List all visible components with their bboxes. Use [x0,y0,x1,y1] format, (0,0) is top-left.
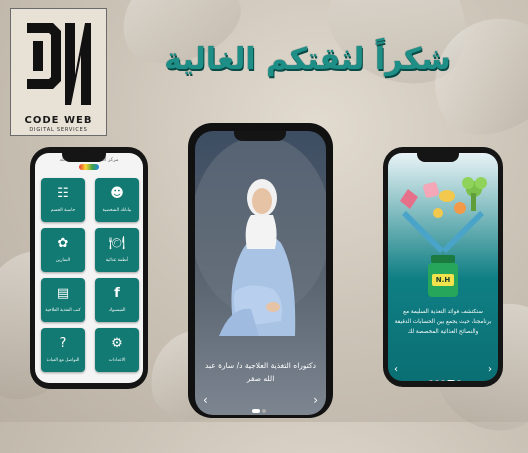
tile-personal-data[interactable]: ☻ بياناتك الشخصية [95,178,139,222]
tile-label: بياناتك الشخصية [102,208,132,213]
person-icon: ☻ [110,186,124,201]
tile-settings[interactable]: ⚙ الاعدادات [95,328,139,372]
carousel-dot[interactable] [441,380,445,381]
tile-contact-clinic[interactable]: ? التواصل مع العيادة [41,328,85,372]
help-icon: ? [59,336,67,351]
nh-badge: N.H [432,274,454,286]
carousel-pager: ‹ › [195,393,326,413]
phone-notch [234,131,286,141]
carousel-dot[interactable] [435,380,439,381]
meal-icon: 🍽 [108,236,126,251]
doctor-caption: دكتوراه التغذية العلاجية د/ سارة عبد الل… [205,361,316,383]
tile-label: كتب التغذية العلاجية [45,308,81,313]
next-arrow-icon[interactable]: › [488,364,492,375]
tile-label: أنظمة غذائية [105,258,129,263]
carousel-dot[interactable] [447,380,455,381]
phone-notch [417,153,459,162]
brand-logo: CODE WEB DIGITAL SERVICES [10,8,107,136]
tile-nutrition-books[interactable]: ▤ كتب التغذية العلاجية [41,278,85,322]
carousel-dots [428,369,462,381]
brand-tagline: DIGITAL SERVICES [29,127,88,133]
code-web-logo-mark [27,23,91,105]
brand-name: CODE WEB [24,115,93,126]
app-home-screen: مركز الدكتورة سارة عبد الله ☻ بياناتك ال… [35,153,143,383]
carousel-dots [251,398,267,415]
carousel-dot[interactable] [429,380,433,381]
doctor-portrait [195,136,326,336]
prev-arrow-icon[interactable]: ‹ [394,364,398,375]
app-logo [79,164,99,170]
carousel-dot[interactable] [262,409,266,413]
tile-facebook[interactable]: f الفيسبوك [95,278,139,322]
prev-arrow-icon[interactable]: ‹ [203,393,208,407]
tile-label: التمارين [55,258,71,263]
onboarding-screen: N.H ستكتشف فوائد التغذية السليمة مع برنا… [388,153,498,381]
calculator-icon: ☷ [57,186,69,201]
exercise-icon: ✿ [57,236,69,251]
profile-screen: دكتوراه التغذية العلاجية د/ سارة عبد الل… [195,131,326,415]
tile-label: التواصل مع العيادة [46,358,80,363]
carousel-dot[interactable] [252,409,260,413]
book-icon: ▤ [56,286,70,301]
next-arrow-icon[interactable]: › [313,393,318,407]
phone-mockup-menu: مركز الدكتورة سارة عبد الله ☻ بياناتك ال… [30,147,148,389]
tile-body-calculator[interactable]: ☷ حاسبة الجسم [41,178,85,222]
phone-mockup-onboarding: N.H ستكتشف فوائد التغذية السليمة مع برنا… [383,147,503,387]
tile-exercises[interactable]: ✿ التمارين [41,228,85,272]
facebook-icon: f [114,286,120,301]
carousel-dot[interactable] [457,380,461,381]
tile-label: الاعدادات [108,358,126,363]
tile-diet-plans[interactable]: 🍽 أنظمة غذائية [95,228,139,272]
onboarding-description: ستكتشف فوائد التغذية السليمة مع برنامجنا… [394,309,492,335]
phone-mockup-profile: دكتوراه التغذية العلاجية د/ سارة عبد الل… [188,123,333,418]
gear-icon: ⚙ [111,336,123,351]
tile-label: حاسبة الجسم [50,208,76,213]
carousel-pager: ‹ › [388,364,498,381]
tile-label: الفيسبوك [108,308,126,313]
page-headline: شكراً لثقتكم الغالية [164,42,451,77]
phone-notch [62,153,106,162]
